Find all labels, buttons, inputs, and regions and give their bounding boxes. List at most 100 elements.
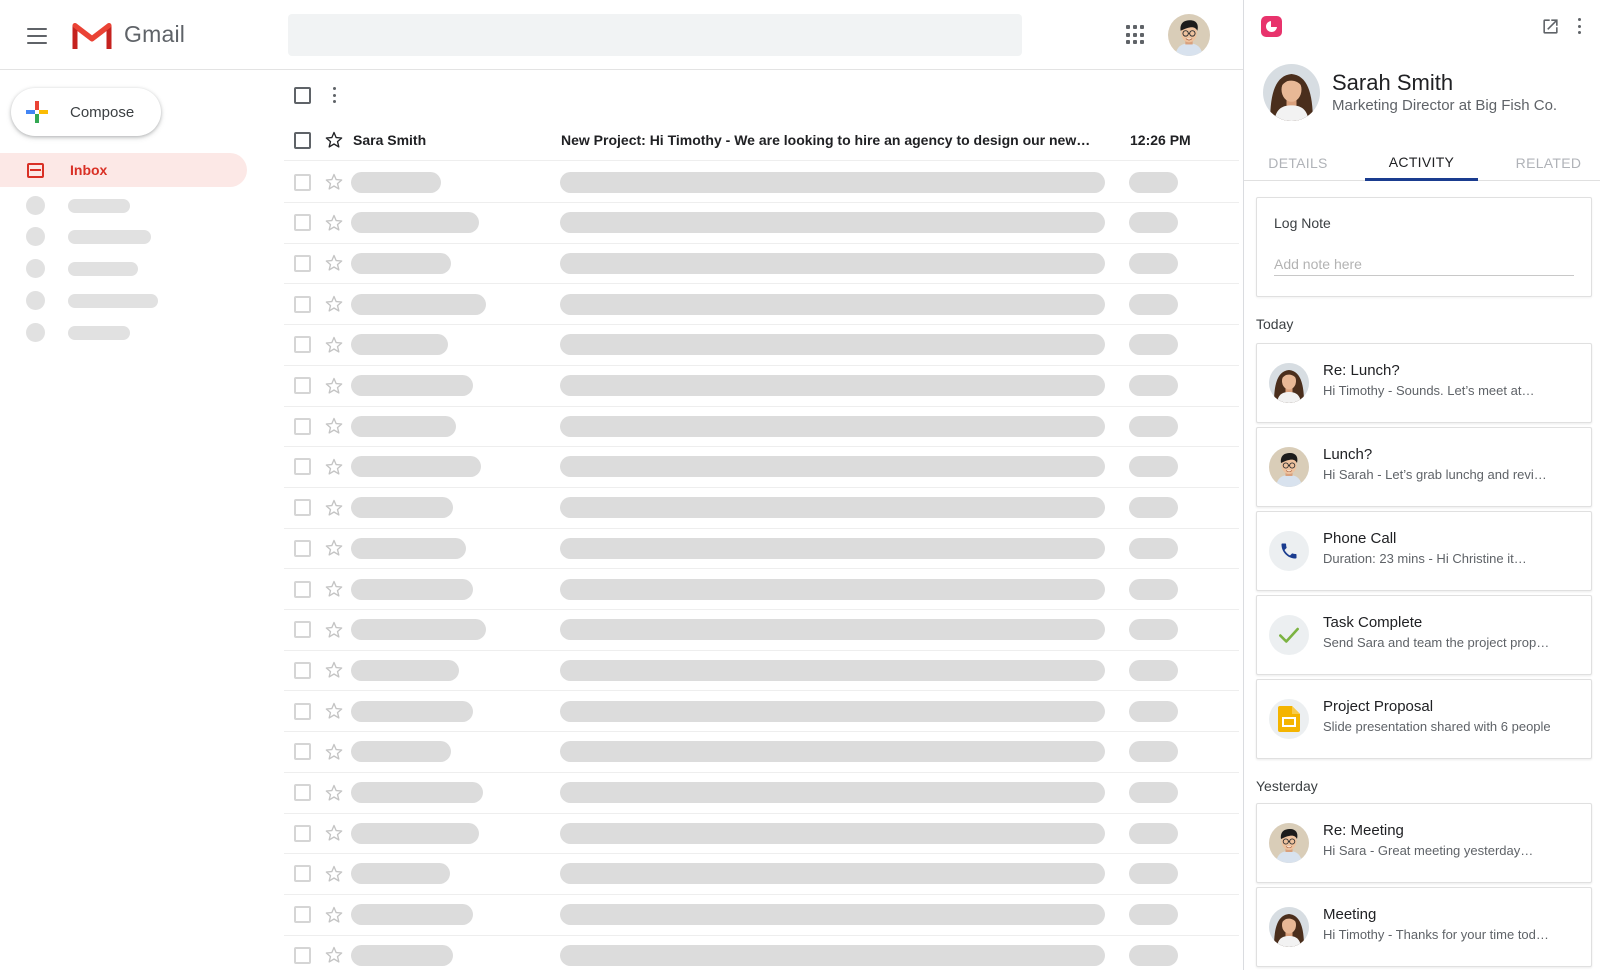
nav-item-placeholder[interactable]	[26, 227, 151, 246]
star-icon[interactable]	[324, 457, 344, 477]
row-checkbox[interactable]	[294, 254, 311, 272]
activity-subtitle: Hi Timothy - Sounds. Let’s meet at…	[1323, 383, 1535, 398]
row-checkbox[interactable]	[294, 417, 311, 435]
star-icon[interactable]	[324, 498, 344, 518]
message-row-placeholder[interactable]	[284, 162, 1239, 203]
star-icon[interactable]	[324, 742, 344, 762]
row-checkbox[interactable]	[294, 131, 311, 149]
activity-card[interactable]: Re: Meeting Hi Sara - Great meeting yest…	[1256, 803, 1592, 883]
nav-item-placeholder[interactable]	[26, 291, 158, 310]
message-row-placeholder[interactable]	[284, 447, 1239, 488]
subject-placeholder	[560, 497, 1105, 519]
activity-card[interactable]: Meeting Hi Timothy - Thanks for your tim…	[1256, 887, 1592, 967]
row-checkbox[interactable]	[294, 621, 311, 639]
row-checkbox[interactable]	[294, 214, 311, 232]
star-icon[interactable]	[324, 945, 344, 965]
star-icon[interactable]	[324, 130, 344, 150]
compose-button[interactable]: Compose	[11, 88, 161, 136]
message-row-placeholder[interactable]	[284, 610, 1239, 651]
apps-grid-icon[interactable]	[1126, 25, 1146, 45]
star-icon[interactable]	[324, 172, 344, 192]
nav-item-placeholder[interactable]	[26, 323, 130, 342]
log-note-input[interactable]	[1274, 252, 1574, 276]
message-row-placeholder[interactable]	[284, 406, 1239, 448]
row-checkbox[interactable]	[294, 580, 311, 598]
row-checkbox[interactable]	[294, 295, 311, 313]
tab-details[interactable]: DETAILS	[1244, 145, 1352, 181]
message-row-placeholder[interactable]	[284, 488, 1239, 529]
star-icon[interactable]	[324, 701, 344, 721]
message-row[interactable]: Sara Smith New Project: Hi Timothy - We …	[284, 120, 1239, 161]
message-row-placeholder[interactable]	[284, 325, 1239, 366]
message-row-placeholder[interactable]	[284, 284, 1239, 326]
row-checkbox[interactable]	[294, 661, 311, 679]
message-row-placeholder[interactable]	[284, 366, 1239, 407]
message-row-placeholder[interactable]	[284, 569, 1239, 610]
message-row-placeholder[interactable]	[284, 243, 1239, 285]
subject-placeholder	[560, 904, 1105, 926]
message-row-placeholder[interactable]	[284, 813, 1239, 855]
sender-placeholder	[351, 700, 473, 722]
row-checkbox[interactable]	[294, 702, 311, 720]
activity-subtitle: Hi Timothy - Thanks for your time tod…	[1323, 927, 1549, 942]
row-checkbox[interactable]	[294, 336, 311, 354]
row-checkbox[interactable]	[294, 173, 311, 191]
star-icon[interactable]	[324, 864, 344, 884]
message-row-placeholder[interactable]	[284, 935, 1239, 970]
message-row-placeholder[interactable]	[284, 203, 1239, 244]
select-all-checkbox[interactable]	[294, 86, 311, 104]
activity-card[interactable]: Lunch? Hi Sarah - Let’s grab lunchg and …	[1256, 427, 1592, 507]
row-checkbox[interactable]	[294, 865, 311, 883]
row-checkbox[interactable]	[294, 458, 311, 476]
addon-logo-icon[interactable]	[1261, 16, 1282, 37]
row-checkbox[interactable]	[294, 906, 311, 924]
star-icon[interactable]	[324, 538, 344, 558]
nav-item-placeholder[interactable]	[26, 196, 130, 215]
star-icon[interactable]	[324, 579, 344, 599]
star-icon[interactable]	[324, 905, 344, 925]
compose-plus-icon	[26, 101, 48, 123]
star-icon[interactable]	[324, 213, 344, 233]
row-checkbox[interactable]	[294, 824, 311, 842]
more-actions-icon[interactable]	[333, 87, 337, 103]
open-in-new-icon[interactable]	[1541, 17, 1560, 36]
message-row-placeholder[interactable]	[284, 732, 1239, 773]
sidebar-tabs: DETAILS ACTIVITY RELATED	[1244, 145, 1600, 181]
sidebar-more-icon[interactable]	[1578, 18, 1582, 34]
star-icon[interactable]	[324, 620, 344, 640]
message-row-placeholder[interactable]	[284, 895, 1239, 936]
time-placeholder	[1129, 700, 1178, 722]
nav-item-inbox[interactable]: Inbox	[0, 153, 247, 187]
tab-activity[interactable]: ACTIVITY	[1365, 145, 1478, 181]
star-icon[interactable]	[324, 335, 344, 355]
activity-card[interactable]: Re: Lunch? Hi Timothy - Sounds. Let’s me…	[1256, 343, 1592, 423]
gmail-logo[interactable]	[72, 20, 112, 50]
row-checkbox[interactable]	[294, 946, 311, 964]
account-avatar[interactable]	[1168, 14, 1210, 56]
nav-item-placeholder[interactable]	[26, 259, 138, 278]
message-row-placeholder[interactable]	[284, 854, 1239, 895]
activity-title: Project Proposal	[1323, 698, 1434, 715]
star-icon[interactable]	[324, 294, 344, 314]
row-checkbox[interactable]	[294, 784, 311, 801]
message-row-placeholder[interactable]	[284, 528, 1239, 570]
hamburger-menu-icon[interactable]	[25, 24, 49, 48]
activity-card[interactable]: Task Complete Send Sara and team the pro…	[1256, 595, 1592, 675]
star-icon[interactable]	[324, 253, 344, 273]
row-checkbox[interactable]	[294, 499, 311, 517]
message-row-placeholder[interactable]	[284, 650, 1239, 692]
message-row-placeholder[interactable]	[284, 773, 1239, 814]
row-checkbox[interactable]	[294, 743, 311, 761]
star-icon[interactable]	[324, 660, 344, 680]
star-icon[interactable]	[324, 783, 344, 803]
search-bar[interactable]	[288, 14, 1022, 56]
row-checkbox[interactable]	[294, 377, 311, 394]
tab-related[interactable]: RELATED	[1496, 145, 1600, 181]
star-icon[interactable]	[324, 416, 344, 436]
activity-card[interactable]: Phone Call Duration: 23 mins - Hi Christ…	[1256, 511, 1592, 591]
activity-card[interactable]: Project Proposal Slide presentation shar…	[1256, 679, 1592, 759]
row-checkbox[interactable]	[294, 539, 311, 557]
star-icon[interactable]	[324, 376, 344, 396]
message-row-placeholder[interactable]	[284, 691, 1239, 733]
star-icon[interactable]	[324, 823, 344, 843]
